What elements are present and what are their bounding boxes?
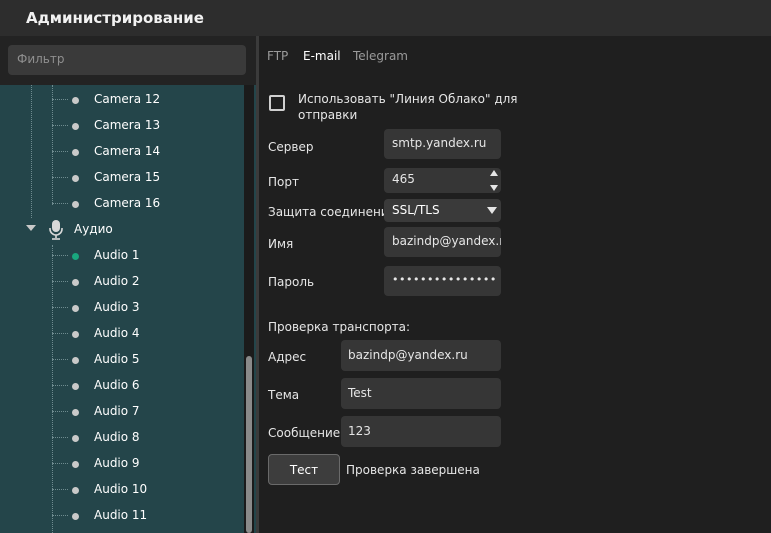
- status-dot-icon: [72, 331, 79, 338]
- spin-up-icon[interactable]: [490, 170, 498, 176]
- message-field[interactable]: 123: [341, 416, 501, 447]
- tree-item-label: Audio 5: [94, 352, 140, 366]
- status-dot-icon: [72, 487, 79, 494]
- status-dot-icon: [72, 461, 79, 468]
- status-dot-icon: [72, 123, 79, 130]
- tree-item-label: Audio 10: [94, 482, 148, 496]
- status-dot-icon: [72, 97, 79, 104]
- tree-item-audio[interactable]: Audio 10: [0, 477, 256, 503]
- window-title: Администрирование: [26, 9, 204, 27]
- status-dot-icon: [72, 383, 79, 390]
- tree-item-label: Audio 1: [94, 248, 140, 262]
- password-field[interactable]: •••••••••••••••: [384, 266, 501, 296]
- status-dot-icon: [72, 279, 79, 286]
- tree-item-label: Camera 12: [94, 92, 161, 106]
- status-dot-icon: [72, 513, 79, 520]
- server-label: Сервер: [268, 140, 314, 154]
- tree-item-label: Audio 9: [94, 456, 140, 470]
- tab-email[interactable]: E-mail: [303, 49, 341, 63]
- tab-ftp[interactable]: FTP: [267, 49, 288, 63]
- tree-item-label: Audio 2: [94, 274, 140, 288]
- cloud-send-label: Использовать "Линия Облако" для отправки: [298, 92, 518, 122]
- tree-item-audio[interactable]: Audio 4: [0, 321, 256, 347]
- tree-item-camera[interactable]: Camera 15: [0, 165, 256, 191]
- subject-label: Тема: [268, 388, 300, 402]
- status-dot-icon: [72, 175, 79, 182]
- port-value: 465: [392, 172, 415, 186]
- message-label: Сообщение: [268, 426, 341, 440]
- address-label: Адрес: [268, 350, 307, 364]
- tree-item-camera[interactable]: Camera 14: [0, 139, 256, 165]
- name-field[interactable]: bazindp@yandex.ru: [384, 227, 501, 257]
- tree-group-audio[interactable]: Аудио: [0, 217, 256, 243]
- status-dot-icon: [72, 253, 79, 260]
- tree-item-audio[interactable]: Audio 7: [0, 399, 256, 425]
- tree-item-label: Audio 11: [94, 508, 148, 522]
- transport-section-title: Проверка транспорта:: [268, 320, 411, 334]
- filter-input[interactable]: Фильтр: [8, 45, 246, 75]
- tree-group-label: Аудио: [74, 222, 113, 236]
- status-dot-icon: [72, 435, 79, 442]
- tree-item-label: Camera 13: [94, 118, 161, 132]
- tree-item-audio[interactable]: Audio 9: [0, 451, 256, 477]
- tree-item-audio[interactable]: Audio 1: [0, 243, 256, 269]
- tree-item-audio[interactable]: Audio 11: [0, 503, 256, 529]
- tree-item-camera[interactable]: Camera 12: [0, 87, 256, 113]
- address-field[interactable]: bazindp@yandex.ru: [341, 340, 501, 371]
- title-bar: Администрирование: [0, 0, 771, 36]
- tree-scrollbar-thumb[interactable]: [246, 356, 252, 533]
- status-dot-icon: [72, 305, 79, 312]
- tree-item-label: Camera 16: [94, 196, 161, 210]
- cloud-send-checkbox[interactable]: [269, 95, 285, 111]
- tree-item-camera[interactable]: Camera 13: [0, 113, 256, 139]
- tree-item-label: Camera 15: [94, 170, 161, 184]
- tree-item-camera[interactable]: Camera 16: [0, 191, 256, 217]
- tree-item-label: Audio 7: [94, 404, 140, 418]
- test-status: Проверка завершена: [346, 463, 480, 477]
- security-label: Защита соединения: [268, 205, 396, 219]
- tree-item-audio[interactable]: Audio 8: [0, 425, 256, 451]
- tree-item-audio[interactable]: Audio 5: [0, 347, 256, 373]
- port-spinbox[interactable]: 465: [384, 168, 501, 193]
- tree-item-label: Audio 4: [94, 326, 140, 340]
- tab-telegram[interactable]: Telegram: [353, 49, 408, 63]
- tree-item-audio[interactable]: Audio 6: [0, 373, 256, 399]
- settings-panel: FTP E-mail Telegram Использовать "Линия …: [259, 36, 771, 533]
- tab-bar: FTP E-mail Telegram: [259, 36, 771, 76]
- security-select[interactable]: SSL/TLS: [384, 199, 501, 222]
- dropdown-arrow-icon: [487, 207, 497, 214]
- tree-item-audio[interactable]: Audio 3: [0, 295, 256, 321]
- tree-item-label: Audio 8: [94, 430, 140, 444]
- test-button[interactable]: Тест: [268, 454, 340, 485]
- expand-arrow-icon[interactable]: [26, 225, 36, 231]
- port-label: Порт: [268, 175, 299, 189]
- security-value: SSL/TLS: [392, 203, 440, 217]
- status-dot-icon: [72, 357, 79, 364]
- tree-item-label: Camera 14: [94, 144, 161, 158]
- tree-item-label: Audio 3: [94, 300, 140, 314]
- password-label: Пароль: [268, 275, 315, 289]
- tree-item-label: Audio 6: [94, 378, 140, 392]
- status-dot-icon: [72, 409, 79, 416]
- device-tree: Camera 12 Camera 13 Camera 14 Camera 15 …: [0, 85, 256, 533]
- tree-item-audio[interactable]: Audio 2: [0, 269, 256, 295]
- server-field[interactable]: smtp.yandex.ru: [384, 129, 501, 159]
- subject-field[interactable]: Test: [341, 378, 501, 409]
- spin-down-icon[interactable]: [490, 185, 498, 191]
- status-dot-icon: [72, 201, 79, 208]
- microphone-icon: [47, 219, 65, 241]
- status-dot-icon: [72, 149, 79, 156]
- name-label: Имя: [268, 237, 294, 251]
